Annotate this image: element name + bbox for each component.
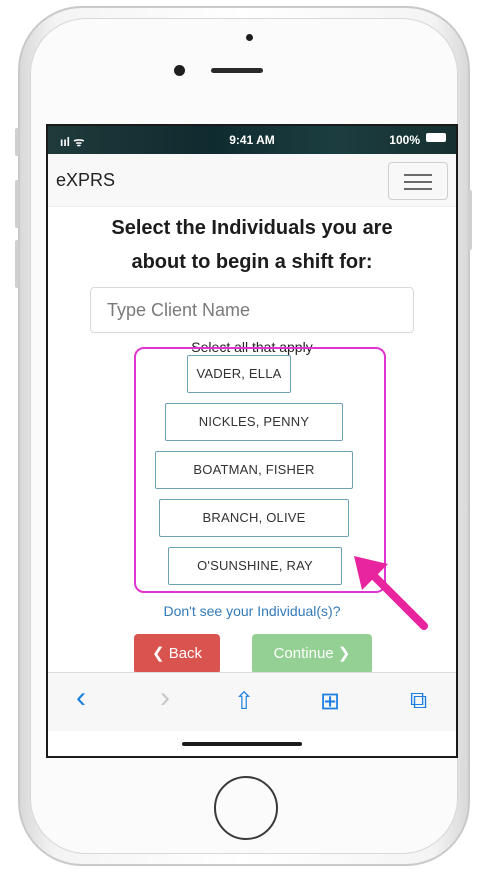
- menu-icon-bar: [404, 181, 432, 183]
- chevron-right-icon: ❯: [337, 645, 351, 662]
- battery-percent: 100%: [389, 133, 420, 147]
- battery-icon: [426, 133, 446, 142]
- menu-icon-bar: [404, 174, 432, 176]
- bookmarks-icon[interactable]: ⊞: [320, 687, 340, 716]
- status-bar: ııl ᯤ 9:41 AM 100%: [48, 126, 456, 154]
- back-arrow-icon[interactable]: ‹: [76, 681, 86, 715]
- mute-switch: [15, 128, 19, 156]
- chevron-left-icon: ❮: [151, 645, 165, 662]
- pointer-arrow-icon: [354, 556, 428, 630]
- earpiece-speaker: [211, 68, 263, 73]
- navbar: eXPRS: [48, 154, 456, 207]
- forward-arrow-icon[interactable]: ›: [160, 681, 170, 715]
- proximity-sensor: [174, 65, 185, 76]
- safari-toolbar: ‹ › ⇧ ⊞ ⧉: [48, 672, 456, 731]
- individual-button-osunshine-ray[interactable]: O'SUNSHINE, RAY: [168, 547, 342, 585]
- back-button[interactable]: ❮ Back: [134, 634, 220, 674]
- individual-button-branch-olive[interactable]: BRANCH, OLIVE: [159, 499, 349, 537]
- front-camera: [246, 34, 253, 41]
- volume-up-button: [15, 180, 19, 228]
- individual-button-boatman-fisher[interactable]: BOATMAN, FISHER: [155, 451, 353, 489]
- individual-button-nickles-penny[interactable]: NICKLES, PENNY: [165, 403, 343, 441]
- page-title: Select the Individuals you are about to …: [111, 217, 393, 273]
- client-search-input[interactable]: Type Client Name: [90, 287, 414, 333]
- menu-icon-bar: [404, 188, 432, 190]
- hamburger-menu-button[interactable]: [388, 162, 448, 200]
- brand-logo[interactable]: eXPRS: [56, 170, 115, 191]
- screen: ııl ᯤ 9:41 AM 100% eXPRS Select the Indi…: [46, 124, 458, 758]
- share-icon[interactable]: ⇧: [234, 687, 254, 716]
- home-button[interactable]: [214, 776, 278, 840]
- power-button: [468, 190, 472, 250]
- volume-down-button: [15, 240, 19, 288]
- home-indicator: [182, 742, 302, 746]
- individual-button-vader-ella[interactable]: VADER, ELLA: [187, 355, 291, 393]
- tabs-icon[interactable]: ⧉: [410, 687, 427, 715]
